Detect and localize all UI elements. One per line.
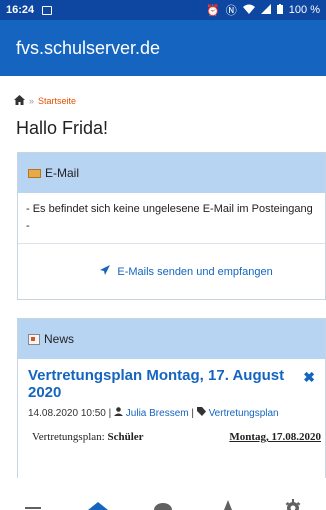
news-row-label: Vertretungsplan: Schüler <box>32 431 144 443</box>
image-notification-icon <box>42 5 53 15</box>
home-icon[interactable] <box>78 490 118 510</box>
news-card-title: News <box>44 332 75 346</box>
envelope-icon <box>28 168 41 178</box>
nfc-icon: Ⓝ <box>225 5 237 17</box>
signal-icon <box>260 3 271 17</box>
news-article-row: Vertretungsplan: Schüler Montag, 17.08.2… <box>18 425 325 443</box>
meta-separator: | <box>191 408 194 419</box>
news-article-title-text: Vertretungsplan Montag, 17. August 2020 <box>28 367 285 401</box>
breadcrumb-separator: » <box>29 96 35 106</box>
bell-icon[interactable] <box>208 490 248 510</box>
page-title: Hallo Frida! <box>16 118 109 138</box>
news-row-label-bold: Schüler <box>107 431 144 443</box>
bottom-navigation <box>0 490 326 510</box>
news-row-label-prefix: Vertretungsplan: <box>32 431 108 443</box>
news-article-tag[interactable]: Vertretungsplan <box>209 408 279 419</box>
user-icon <box>114 407 126 419</box>
app-bar: fvs.schulserver.de <box>0 20 326 76</box>
battery-percent: 100 % <box>288 4 320 16</box>
news-article-title[interactable]: Vertretungsplan Montag, 17. August 2020 … <box>18 359 325 401</box>
newspaper-icon <box>28 333 40 345</box>
email-card-title: E-Mail <box>45 166 80 180</box>
alarm-icon: ⏰ <box>206 4 220 17</box>
news-article-meta: 14.08.2020 10:50 | Julia Bressem | Vertr… <box>18 401 325 425</box>
tag-icon <box>196 407 209 419</box>
chat-icon[interactable] <box>143 490 183 510</box>
wifi-icon <box>242 4 255 17</box>
battery-icon <box>276 3 283 17</box>
status-bar: 16:24 ⏰ Ⓝ 100 % <box>0 0 326 20</box>
settings-icon[interactable] <box>273 490 313 510</box>
status-time: 16:24 <box>6 4 35 16</box>
email-message: - Es befindet sich keine ungelesene E-Ma… <box>18 193 325 244</box>
paper-plane-icon <box>100 265 113 278</box>
email-card: E-Mail - Es befindet sich keine ungelese… <box>17 152 326 300</box>
news-card-header: News <box>18 319 325 359</box>
breadcrumb-current[interactable]: Startseite <box>38 96 76 106</box>
breadcrumb: » Startseite <box>14 94 76 108</box>
home-icon[interactable] <box>14 94 25 108</box>
status-icons: ⏰ Ⓝ 100 % <box>206 2 320 18</box>
email-card-header: E-Mail <box>18 153 325 193</box>
news-row-date[interactable]: Montag, 17.08.2020 <box>229 431 321 443</box>
news-article-datetime: 14.08.2020 10:50 | <box>28 408 112 419</box>
send-receive-mail-link[interactable]: E-Mails senden und empfangen <box>18 265 325 278</box>
app-title: fvs.schulserver.de <box>16 37 161 58</box>
menu-icon[interactable] <box>13 490 53 510</box>
news-card: News Vertretungsplan Montag, 17. August … <box>17 318 326 478</box>
news-article-author[interactable]: Julia Bressem <box>126 408 189 419</box>
send-receive-mail-label: E-Mails senden und empfangen <box>117 266 273 278</box>
close-icon[interactable]: ✖ <box>303 369 315 386</box>
